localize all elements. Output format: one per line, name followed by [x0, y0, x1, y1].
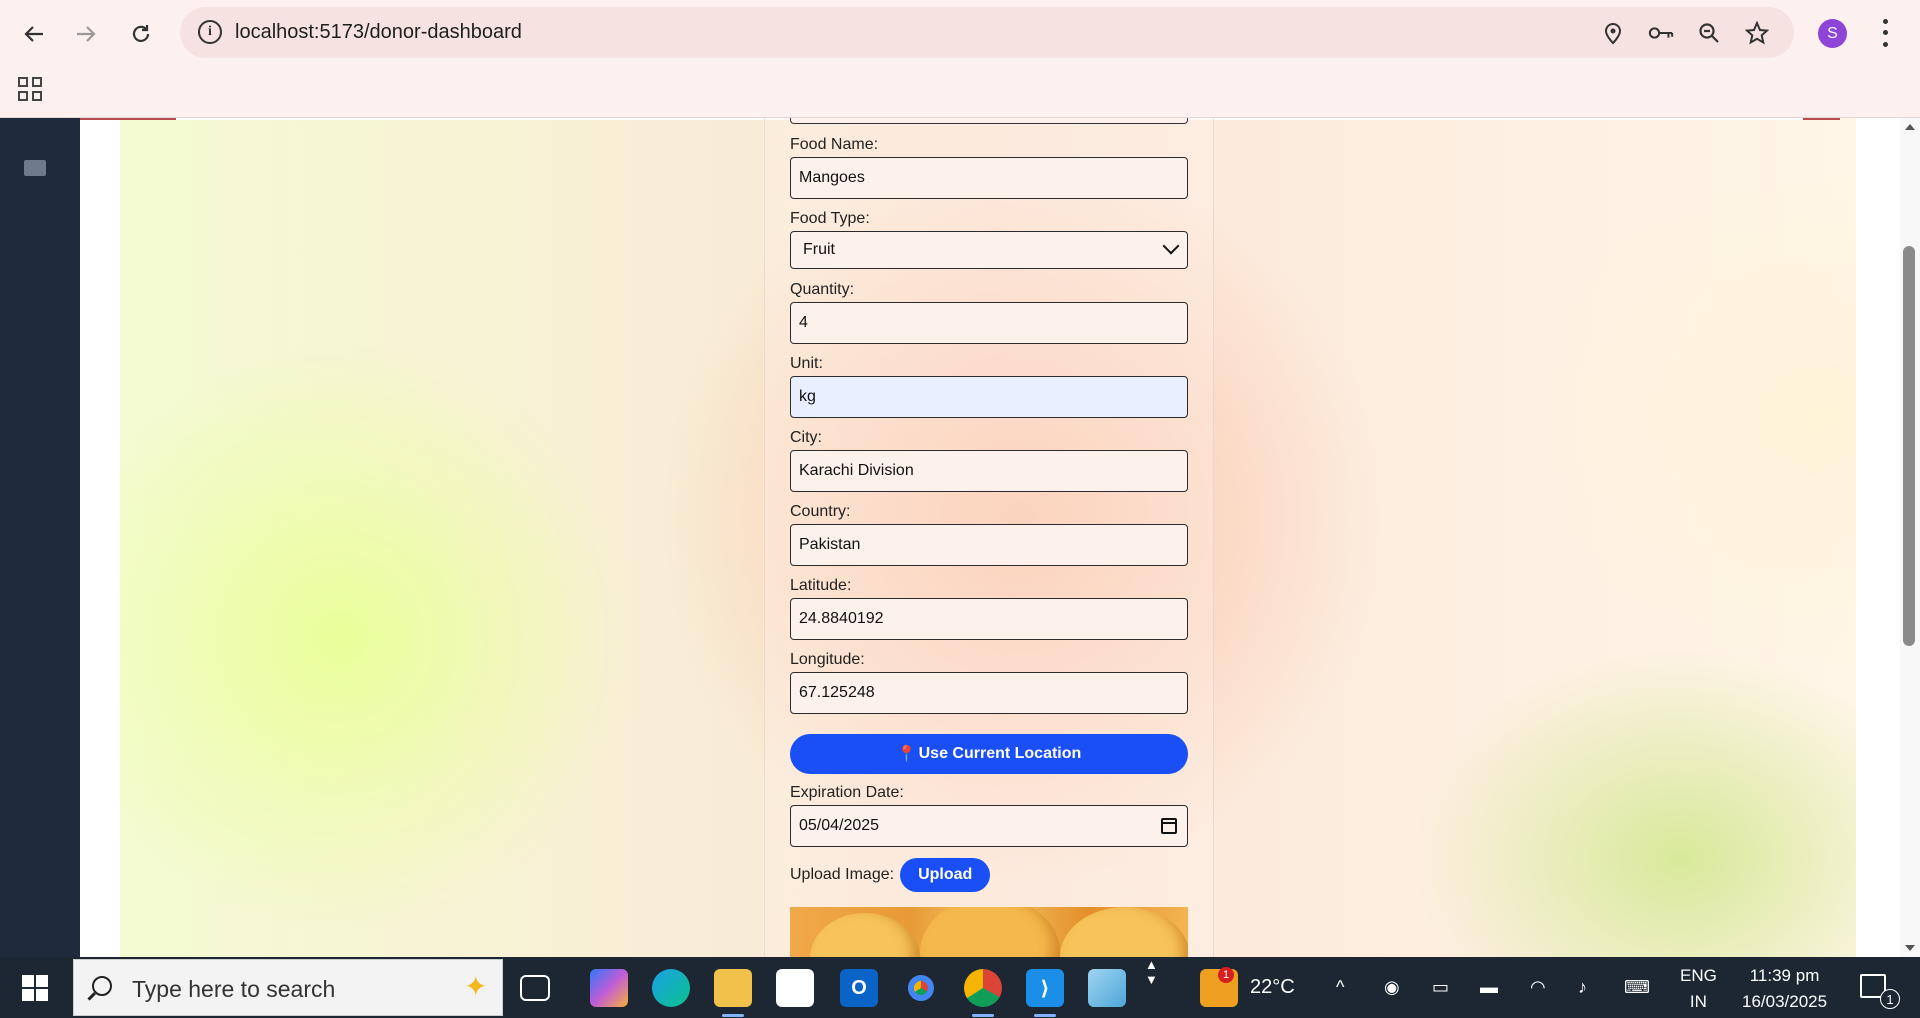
windows-start-icon[interactable] [22, 975, 48, 1001]
sidebar [0, 118, 80, 957]
language-indicator[interactable]: ENG IN [1680, 963, 1717, 1015]
food-name-label: Food Name: [790, 136, 879, 153]
use-current-location-button[interactable]: 📍 Use Current Location [790, 734, 1188, 774]
latitude-label: Latitude: [790, 577, 852, 594]
record-icon[interactable]: ◉ [1384, 957, 1400, 1018]
url-text[interactable]: localhost:5173/donor-dashboard [235, 21, 522, 44]
page-scrollbar[interactable] [1900, 118, 1920, 957]
forward-icon[interactable] [66, 14, 106, 54]
battery-icon[interactable]: ▬ [1480, 957, 1498, 1018]
scroll-thumb[interactable] [1903, 246, 1915, 646]
taskbar-search-placeholder[interactable]: Type here to search [132, 976, 335, 1003]
longitude-label: Longitude: [790, 651, 865, 668]
page-viewport: Food Name: Mangoes Food Type: Fruit Quan… [0, 118, 1920, 957]
quantity-label: Quantity: [790, 281, 855, 298]
chevron-down-icon [1162, 237, 1180, 255]
zoom-icon[interactable] [1696, 20, 1722, 46]
expiration-date-input[interactable]: 05/04/2025 [790, 805, 1188, 847]
display-icon[interactable]: ▭ [1432, 957, 1449, 1018]
file-explorer-icon[interactable] [714, 969, 752, 1017]
chrome-icon[interactable] [902, 969, 940, 1007]
previous-field-edge[interactable] [790, 118, 1188, 124]
expiration-date-label: Expiration Date: [790, 784, 904, 801]
password-key-icon[interactable] [1648, 20, 1674, 46]
food-name-input[interactable]: Mangoes [790, 157, 1188, 199]
country-input[interactable]: Pakistan [790, 524, 1188, 566]
unit-input[interactable]: kg [790, 376, 1188, 418]
donation-form: Food Name: Mangoes Food Type: Fruit Quan… [764, 118, 1214, 957]
windows-taskbar: Type here to search ✦ O ⟩ ▲ ▼ 1 22°C ^ ◉ … [0, 957, 1920, 1018]
scroll-up-icon[interactable] [1905, 124, 1915, 130]
outlook-icon[interactable]: O [840, 969, 878, 1007]
upload-image-label: Upload Image: [790, 866, 895, 883]
quantity-input[interactable]: 4 [790, 302, 1188, 344]
location-pin-icon: 📍 [896, 746, 917, 763]
menu-kebab-icon[interactable] [1875, 16, 1895, 50]
unit-label: Unit: [790, 355, 823, 372]
box-icon[interactable] [24, 160, 46, 176]
task-view-icon[interactable] [520, 975, 550, 1001]
copilot-icon[interactable] [590, 969, 628, 1007]
city-input[interactable]: Karachi Division [790, 450, 1188, 492]
language-bottom: IN [1689, 992, 1707, 1011]
food-type-label: Food Type: [790, 210, 870, 227]
reload-icon[interactable] [121, 14, 161, 54]
upload-image-row: Upload Image: Upload [790, 858, 991, 892]
taskbar-clock[interactable]: 11:39 pm 16/03/2025 [1742, 963, 1827, 1015]
country-label: Country: [790, 503, 851, 520]
longitude-input[interactable]: 67.125248 [790, 672, 1188, 714]
upload-button[interactable]: Upload [900, 858, 991, 892]
apps-grid-icon[interactable] [18, 77, 42, 101]
city-label: City: [790, 429, 822, 446]
weather-temp[interactable]: 22°C [1250, 957, 1295, 1018]
wifi-icon[interactable]: ◠ [1530, 957, 1546, 1018]
vscode-icon[interactable]: ⟩ [1026, 969, 1064, 1017]
calendar-icon[interactable] [1161, 818, 1177, 834]
uploaded-image-preview [790, 907, 1188, 957]
weather-badge: 1 [1218, 967, 1234, 983]
food-type-value: Fruit [803, 241, 835, 258]
back-icon[interactable] [14, 14, 54, 54]
taskbar-overflow-arrows[interactable]: ▲ ▼ [1145, 957, 1158, 1018]
bookmark-star-icon[interactable] [1744, 20, 1770, 46]
scroll-down-icon[interactable] [1905, 945, 1915, 951]
browser-toolbar: i localhost:5173/donor-dashboard S [0, 0, 1920, 118]
edge-icon[interactable] [652, 969, 690, 1007]
volume-icon[interactable]: ♪ [1578, 957, 1587, 1018]
food-type-select[interactable]: Fruit [790, 231, 1188, 269]
microsoft-store-icon[interactable] [776, 969, 814, 1007]
notepad-icon[interactable] [1088, 969, 1126, 1007]
show-hidden-icons-icon[interactable]: ^ [1336, 957, 1344, 1018]
clock-time: 11:39 pm [1749, 966, 1820, 985]
expiration-date-value: 05/04/2025 [799, 817, 880, 834]
profile-avatar[interactable]: S [1818, 19, 1847, 48]
chrome-profile-icon[interactable] [964, 969, 1002, 1017]
search-icon [92, 976, 112, 996]
copilot-sparkle-icon[interactable]: ✦ [464, 970, 487, 1003]
address-bar[interactable]: i localhost:5173/donor-dashboard [180, 7, 1794, 58]
use-current-location-label: Use Current Location [918, 745, 1082, 762]
location-icon[interactable] [1600, 20, 1626, 46]
taskbar-search[interactable]: Type here to search ✦ [73, 959, 503, 1016]
latitude-input[interactable]: 24.8840192 [790, 598, 1188, 640]
clock-date: 16/03/2025 [1742, 992, 1828, 1011]
language-top: ENG [1680, 966, 1717, 985]
site-info-icon[interactable]: i [198, 20, 222, 44]
keyboard-icon[interactable]: ⌨ [1624, 957, 1650, 1018]
notification-count: 1 [1880, 989, 1900, 1009]
